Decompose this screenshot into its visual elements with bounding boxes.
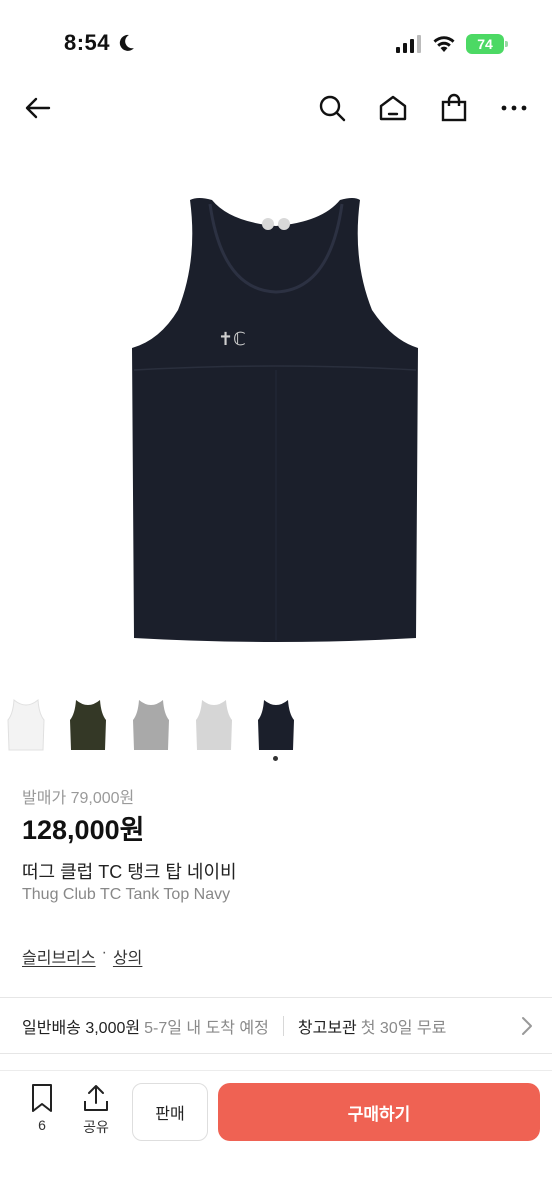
breadcrumb-category-link[interactable]: 상의	[113, 944, 142, 968]
bookmark-button[interactable]: 6	[22, 1083, 62, 1133]
signal-icon	[396, 35, 421, 53]
product-image[interactable]: ✝ℂ	[0, 140, 552, 680]
tank-top-image: ✝ℂ	[132, 198, 418, 642]
svg-text:✝ℂ: ✝ℂ	[218, 329, 246, 350]
search-button[interactable]	[316, 92, 348, 124]
breadcrumb-separator: ·	[101, 944, 107, 961]
thumbnail-strip	[0, 696, 552, 768]
top-navigation	[0, 80, 552, 136]
bookmark-icon	[32, 1084, 52, 1112]
more-button[interactable]	[498, 92, 530, 124]
home-button[interactable]	[377, 92, 409, 124]
cart-button[interactable]	[438, 92, 470, 124]
sell-button[interactable]: 판매	[132, 1083, 208, 1141]
thumbnail-light-gray[interactable]	[194, 696, 234, 752]
back-arrow-icon	[25, 97, 51, 119]
standard-shipping-eta: 5-7일 내 도착 예정	[144, 1020, 269, 1037]
thumb-image	[70, 700, 106, 750]
back-button[interactable]	[22, 92, 54, 124]
share-button[interactable]: 공유	[76, 1083, 116, 1137]
product-name-english: Thug Club TC Tank Top Navy	[22, 886, 231, 903]
warehouse-label: 창고보관	[297, 1020, 357, 1037]
wifi-icon	[433, 36, 455, 52]
buy-button[interactable]: 구매하기	[218, 1083, 540, 1141]
breadcrumb: 슬리브리스 · 상의	[22, 944, 142, 968]
release-price: 발매가 79,000원	[22, 790, 135, 807]
share-label: 공유	[83, 1119, 109, 1135]
bookmark-count: 6	[38, 1117, 46, 1133]
status-indicators: 74	[396, 34, 508, 54]
time-text: 8:54	[64, 30, 111, 55]
search-icon	[319, 95, 346, 122]
breadcrumb-brand-link[interactable]: 슬리브리스	[22, 944, 96, 968]
home-icon	[379, 95, 407, 121]
shipping-separator	[282, 1016, 284, 1036]
moon-icon	[119, 34, 135, 51]
thumbnail-white[interactable]	[6, 696, 46, 752]
thumbnail-gray[interactable]	[131, 696, 171, 752]
status-time: 8:54	[64, 30, 136, 56]
share-icon	[84, 1085, 108, 1111]
thumb-image	[133, 700, 169, 750]
thumb-image	[196, 700, 232, 750]
shopping-bag-icon	[441, 93, 467, 122]
product-name-korean: 떠그 클럽 TC 탱크 탑 네이비	[22, 862, 237, 882]
selected-indicator	[273, 756, 278, 761]
chevron-right-icon	[522, 1017, 532, 1035]
warehouse-note: 첫 30일 무료	[360, 1020, 447, 1037]
battery-icon: 74	[466, 34, 508, 54]
status-bar: 8:54 74	[0, 0, 552, 80]
more-icon	[501, 105, 527, 111]
thumbnail-khaki[interactable]	[68, 696, 108, 752]
shipping-info-row[interactable]: 일반배송 3,000원 5-7일 내 도착 예정 창고보관 첫 30일 무료	[0, 998, 552, 1054]
divider	[0, 1053, 552, 1054]
thumbnail-navy[interactable]	[256, 696, 296, 752]
current-price: 128,000원	[22, 815, 145, 845]
standard-shipping-label: 일반배송 3,000원	[22, 1020, 141, 1037]
bottom-action-bar: 6 공유 판매 구매하기	[0, 1070, 552, 1200]
thumb-image	[7, 698, 45, 751]
thumb-image	[258, 700, 294, 750]
battery-level: 74	[477, 36, 493, 52]
